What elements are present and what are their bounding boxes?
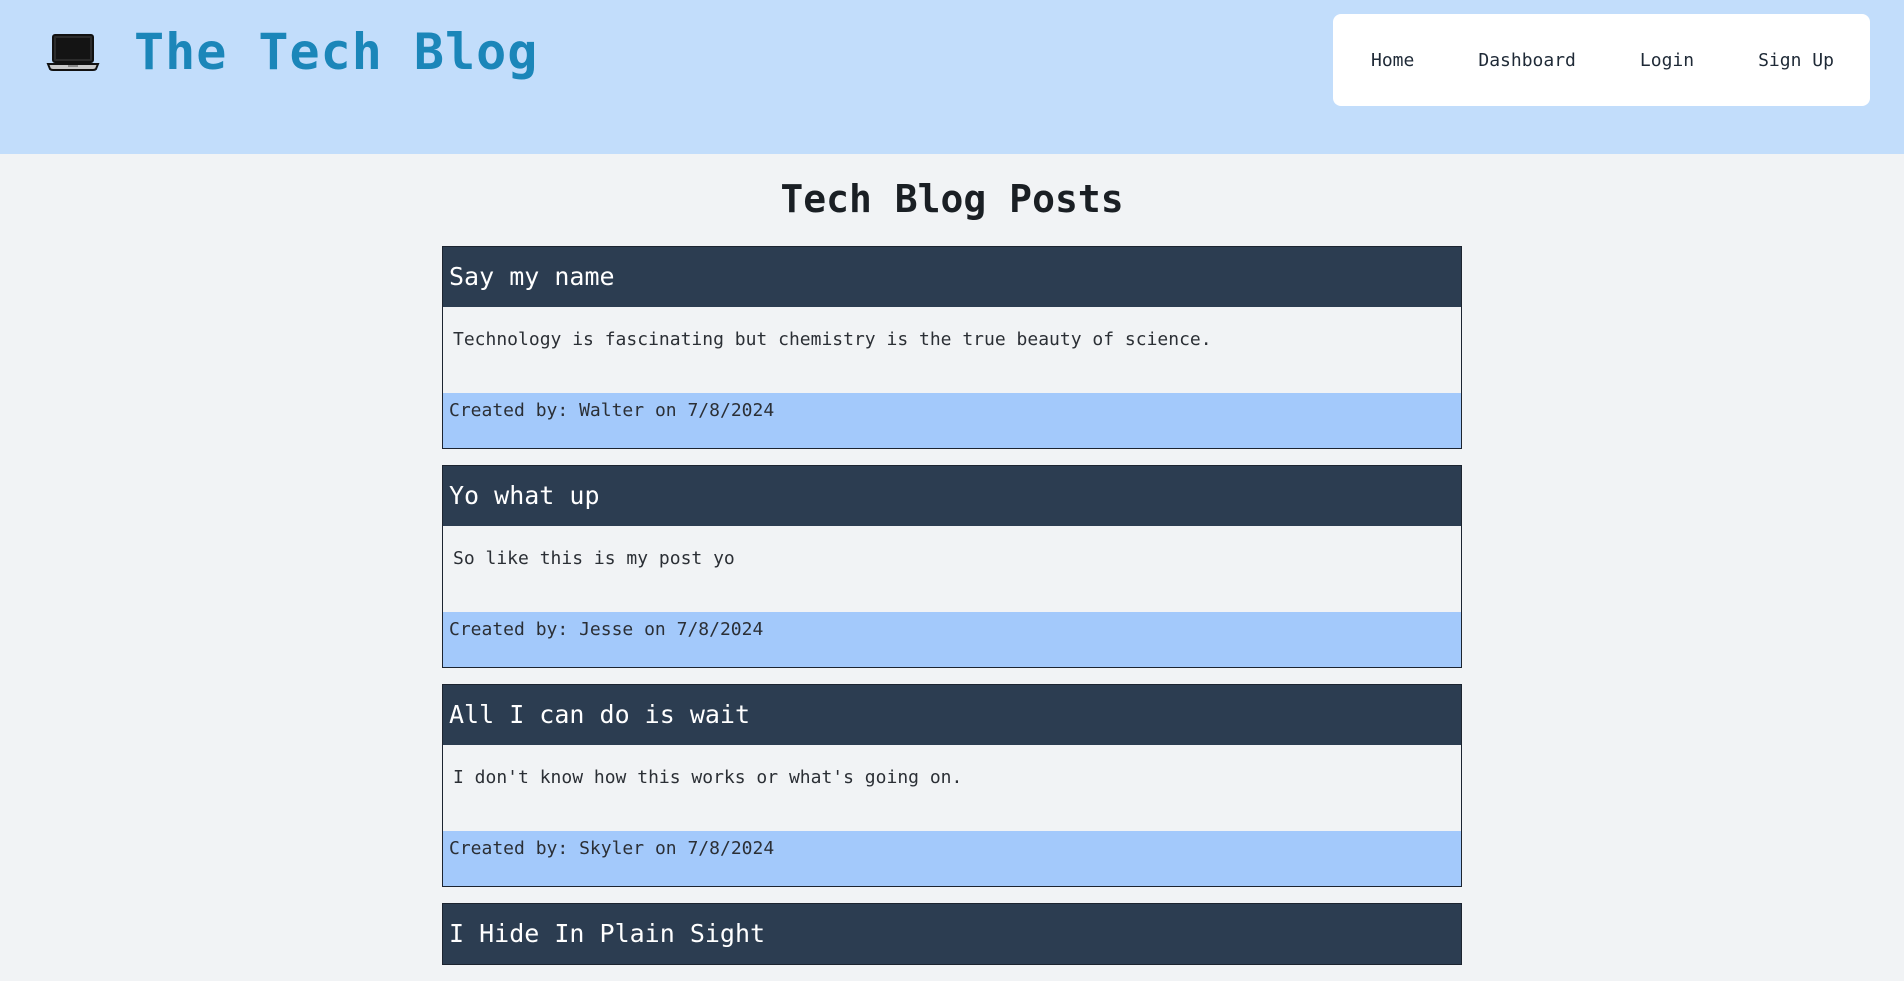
on-label: on xyxy=(654,400,677,421)
post-title[interactable]: Yo what up xyxy=(443,466,1461,526)
page-title: Tech Blog Posts xyxy=(780,177,1124,221)
post-date: 7/8/2024 xyxy=(687,838,775,859)
main-nav: Home Dashboard Login Sign Up xyxy=(1333,14,1870,106)
nav-link-login[interactable]: Login xyxy=(1640,50,1694,71)
post-title[interactable]: Say my name xyxy=(443,247,1461,307)
nav-link-home[interactable]: Home xyxy=(1371,50,1414,71)
post-content: Technology is fascinating but chemistry … xyxy=(453,329,1212,350)
post-author: Jesse xyxy=(579,619,634,640)
post-title[interactable]: I Hide In Plain Sight xyxy=(443,904,1461,964)
brand[interactable]: The Tech Blog xyxy=(44,20,538,84)
post-list: Say my name Technology is fascinating bu… xyxy=(442,246,1462,981)
nav-link-dashboard[interactable]: Dashboard xyxy=(1478,50,1576,71)
post-date: 7/8/2024 xyxy=(676,619,764,640)
laptop-icon xyxy=(46,34,100,71)
on-label: on xyxy=(654,838,677,859)
post-card[interactable]: All I can do is wait I don't know how th… xyxy=(442,684,1462,887)
nav-link-sign-up[interactable]: Sign Up xyxy=(1758,50,1834,71)
post-meta: Created by: Walter on 7/8/2024 xyxy=(443,393,1461,448)
post-meta: Created by: Skyler on 7/8/2024 xyxy=(443,831,1461,886)
post-card[interactable]: I Hide In Plain Sight xyxy=(442,903,1462,965)
created-by-label: Created by: xyxy=(449,838,569,859)
post-card[interactable]: Yo what up So like this is my post yo Cr… xyxy=(442,465,1462,668)
post-author: Skyler xyxy=(579,838,645,859)
post-title[interactable]: All I can do is wait xyxy=(443,685,1461,745)
post-card[interactable]: Say my name Technology is fascinating bu… xyxy=(442,246,1462,449)
post-meta: Created by: Jesse on 7/8/2024 xyxy=(443,612,1461,667)
post-content: I don't know how this works or what's go… xyxy=(453,767,963,788)
post-date: 7/8/2024 xyxy=(687,400,775,421)
site-title[interactable]: The Tech Blog xyxy=(134,20,538,84)
post-author: Walter xyxy=(579,400,645,421)
created-by-label: Created by: xyxy=(449,400,569,421)
on-label: on xyxy=(644,619,666,640)
post-content: So like this is my post yo xyxy=(453,548,735,569)
site-header: The Tech Blog Home Dashboard Login Sign … xyxy=(0,0,1904,154)
created-by-label: Created by: xyxy=(449,619,569,640)
